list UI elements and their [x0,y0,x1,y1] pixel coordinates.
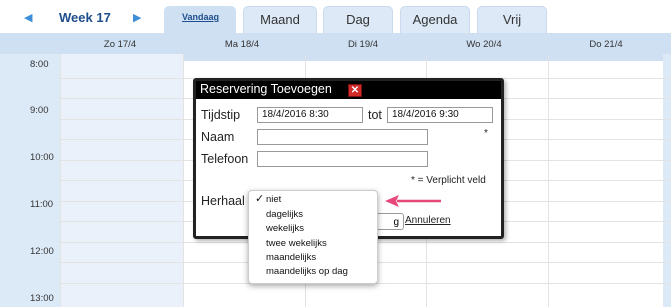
cancel-link[interactable]: Annuleren [405,215,451,226]
repeat-option[interactable]: maandelijks [266,252,316,263]
pink-arrow-icon [385,195,441,207]
start-time-field[interactable]: 18/4/2016 8:30 [257,107,363,123]
time-label: 10:00 [30,152,54,163]
day-header-thu: Do 21/4 [589,39,623,50]
day-header-wed: Wo 20/4 [466,39,502,50]
end-time-field[interactable]: 18/4/2016 9:30 [387,107,493,123]
time-label: 11:00 [30,199,54,210]
repeat-option[interactable]: wekelijks [266,223,304,234]
day-header-tue: Di 19/4 [347,39,379,50]
tab-agenda[interactable]: Agenda [400,6,470,33]
naam-field[interactable] [257,129,428,145]
required-mark: * [484,128,488,139]
next-week-icon[interactable]: ▶ [133,11,141,24]
day-header-mon: Ma 18/4 [224,39,260,50]
tab-maand[interactable]: Maand [243,6,317,33]
time-label: 12:00 [30,246,54,257]
close-icon[interactable]: ✕ [348,84,362,97]
telefoon-field[interactable] [257,151,428,167]
tot-label: tot [368,108,382,122]
time-column [0,54,60,307]
tijdstip-label: Tijdstip [201,108,241,122]
today-link[interactable]: Vandaag [182,12,219,22]
week-label: Week 17 [59,10,111,25]
telefoon-label: Telefoon [201,152,249,166]
tab-dag[interactable]: Dag [323,6,393,33]
naam-label: Naam [201,130,235,144]
repeat-option[interactable]: dagelijks [266,209,303,220]
time-label: 13:00 [30,293,54,304]
checkmark-icon: ✓ [255,193,265,205]
day-header-sun: Zo 17/4 [103,39,137,50]
time-label: 8:00 [30,59,49,70]
repeat-option[interactable]: niet [266,194,281,205]
time-label: 9:00 [30,105,49,116]
tab-vrij[interactable]: Vrij [477,6,547,33]
repeat-option[interactable]: twee wekelijks [266,238,327,249]
herhaal-label: Herhaal [201,194,245,208]
save-button[interactable]: g [376,213,404,230]
repeat-option[interactable]: maandelijks op dag [266,266,348,277]
dialog-title: Reservering Toevoegen [200,82,332,96]
required-note: * = Verplicht veld [411,175,486,186]
prev-week-icon[interactable]: ◀ [24,11,32,24]
